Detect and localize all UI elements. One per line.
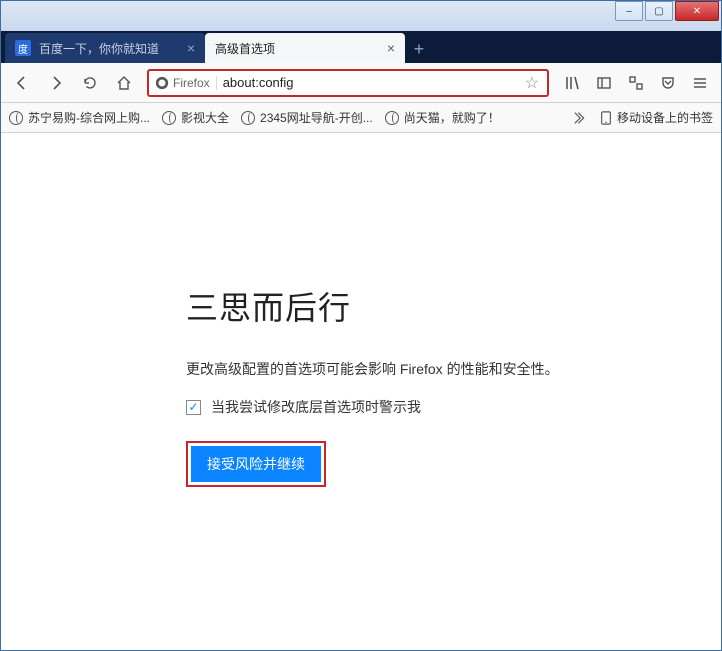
back-button[interactable] bbox=[7, 68, 37, 98]
bookmark-item[interactable]: 苏宁易购-综合网上购... bbox=[9, 109, 150, 126]
firefox-icon bbox=[155, 76, 169, 90]
globe-icon bbox=[9, 111, 23, 125]
checkbox-icon[interactable]: ✓ bbox=[186, 400, 201, 415]
pocket-icon bbox=[660, 75, 676, 91]
accept-risk-button[interactable]: 接受风险并继续 bbox=[191, 446, 321, 482]
window-titlebar: – ▢ ✕ bbox=[1, 1, 721, 31]
page-content: 三思而后行 更改高级配置的首选项可能会影响 Firefox 的性能和安全性。 ✓… bbox=[1, 133, 721, 650]
arrow-left-icon bbox=[14, 75, 30, 91]
arrow-right-icon bbox=[48, 75, 64, 91]
globe-icon bbox=[241, 111, 255, 125]
screenshot-button[interactable] bbox=[621, 68, 651, 98]
globe-icon bbox=[385, 111, 399, 125]
bookmark-label: 影视大全 bbox=[181, 109, 229, 126]
mobile-bookmarks[interactable]: 移动设备上的书签 bbox=[600, 109, 713, 126]
tab-title: 高级首选项 bbox=[215, 40, 379, 57]
save-button[interactable] bbox=[653, 68, 683, 98]
globe-icon bbox=[162, 111, 176, 125]
warning-subtext: 更改高级配置的首选项可能会影响 Firefox 的性能和安全性。 bbox=[186, 359, 721, 379]
library-button[interactable] bbox=[557, 68, 587, 98]
tab-about-config[interactable]: 高级首选项 × bbox=[205, 33, 405, 63]
chevron-right-icon bbox=[574, 111, 588, 125]
window-minimize-button[interactable]: – bbox=[615, 1, 643, 21]
forward-button[interactable] bbox=[41, 68, 71, 98]
bookmark-item[interactable]: 影视大全 bbox=[162, 109, 229, 126]
warning-heading: 三思而后行 bbox=[186, 283, 721, 329]
checkbox-label: 当我尝试修改底层首选项时警示我 bbox=[211, 397, 421, 417]
new-tab-button[interactable]: + bbox=[405, 35, 433, 63]
firefox-label: Firefox bbox=[173, 76, 210, 90]
accept-highlight: 接受风险并继续 bbox=[186, 441, 326, 487]
close-icon[interactable]: × bbox=[387, 40, 395, 56]
bookmark-item[interactable]: 2345网址导航-开创... bbox=[241, 109, 373, 126]
screenshot-icon bbox=[628, 75, 644, 91]
mobile-icon bbox=[600, 111, 612, 125]
library-icon bbox=[564, 75, 580, 91]
tab-title: 百度一下，你你就知道 bbox=[39, 40, 179, 57]
bookmark-label: 移动设备上的书签 bbox=[617, 109, 713, 126]
bookmark-item[interactable]: 尚天猫，就购了！ bbox=[385, 109, 500, 126]
bookmark-label: 苏宁易购-综合网上购... bbox=[28, 109, 150, 126]
nav-toolbar: Firefox ☆ bbox=[1, 63, 721, 103]
window-close-button[interactable]: ✕ bbox=[675, 1, 719, 21]
sidebar-icon bbox=[596, 75, 612, 91]
menu-button[interactable] bbox=[685, 68, 715, 98]
reload-icon bbox=[82, 75, 98, 91]
window-maximize-button[interactable]: ▢ bbox=[645, 1, 673, 21]
close-icon[interactable]: × bbox=[187, 40, 195, 56]
bookmarks-toolbar: 苏宁易购-综合网上购... 影视大全 2345网址导航-开创... 尚天猫，就购… bbox=[1, 103, 721, 133]
identity-box[interactable]: Firefox bbox=[153, 76, 217, 90]
bookmark-star-icon[interactable]: ☆ bbox=[521, 73, 543, 93]
hamburger-icon bbox=[692, 75, 708, 91]
tab-strip: 度 百度一下，你你就知道 × 高级首选项 × + bbox=[1, 31, 721, 63]
home-icon bbox=[116, 75, 132, 91]
reload-button[interactable] bbox=[75, 68, 105, 98]
warn-checkbox-row[interactable]: ✓ 当我尝试修改底层首选项时警示我 bbox=[186, 397, 721, 417]
sidebar-button[interactable] bbox=[589, 68, 619, 98]
bookmark-label: 尚天猫，就购了！ bbox=[404, 109, 500, 126]
home-button[interactable] bbox=[109, 68, 139, 98]
tab-baidu[interactable]: 度 百度一下，你你就知道 × bbox=[5, 33, 205, 63]
address-bar[interactable]: Firefox ☆ bbox=[147, 69, 549, 97]
baidu-favicon: 度 bbox=[15, 40, 31, 56]
bookmarks-overflow[interactable] bbox=[574, 111, 588, 125]
url-input[interactable] bbox=[217, 75, 521, 90]
bookmark-label: 2345网址导航-开创... bbox=[260, 109, 373, 126]
